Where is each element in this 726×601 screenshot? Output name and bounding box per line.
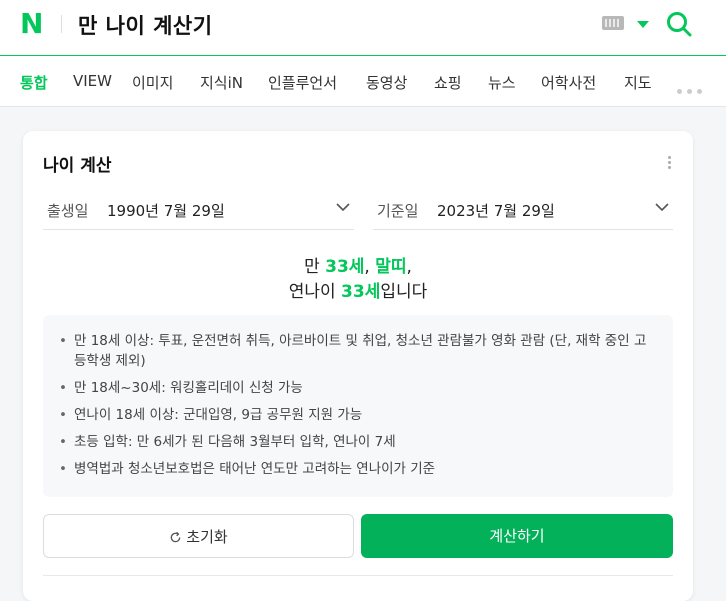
keyboard-icon[interactable] [602,16,624,30]
naver-logo[interactable]: N [20,10,46,38]
info-box: 만 18세 이상: 투표, 운전면허 취득, 아르바이트 및 취업, 청소년 관… [43,315,673,497]
tab-news[interactable]: 뉴스 [488,72,516,93]
result-separator: , [364,257,376,277]
kebab-menu-icon[interactable] [668,156,672,170]
tab-kin[interactable]: 지식iN [200,72,243,93]
birth-date-select[interactable]: 출생일 1990년 7월 29일 [43,187,354,230]
tab-map[interactable]: 지도 [624,72,652,93]
birth-date-label: 출생일 [47,202,89,220]
search-query[interactable]: 만 나이 계산기 [78,10,213,40]
tab-dictionary[interactable]: 어학사전 [541,72,596,93]
chevron-down-icon [655,203,669,212]
reset-label: 초기화 [186,528,228,546]
birth-date-value: 1990년 7월 29일 [107,202,225,220]
search-icon[interactable] [666,11,692,37]
info-list: 만 18세 이상: 투표, 운전면허 취득, 아르바이트 및 취업, 청소년 관… [43,315,673,479]
result-comma: , [406,257,412,277]
header-divider [61,15,62,33]
info-item: 연나이 18세 이상: 군대입영, 9급 공무원 지원 가능 [59,405,653,425]
base-date-select[interactable]: 기준일 2023년 7월 29일 [373,187,673,230]
tab-influencer[interactable]: 인플루언서 [268,72,337,93]
info-item: 만 18세 이상: 투표, 운전면허 취득, 아르바이트 및 취업, 청소년 관… [59,331,653,371]
tab-shopping[interactable]: 쇼핑 [434,72,462,93]
base-date-value: 2023년 7월 29일 [437,202,555,220]
chevron-down-icon[interactable] [637,21,649,28]
chevron-down-icon [336,203,350,212]
year-age-suffix: 입니다 [380,282,428,302]
zodiac-value: 말띠 [375,257,407,277]
tab-image[interactable]: 이미지 [132,72,173,93]
reset-button[interactable]: 초기화 [43,514,354,558]
card-title: 나이 계산 [43,156,112,176]
info-item: 병역법과 청소년보호법은 태어난 연도만 고려하는 연나이가 기준 [59,459,653,479]
tab-video[interactable]: 동영상 [366,72,407,93]
base-date-label: 기준일 [377,202,419,220]
search-tabs: 통합 VIEW 이미지 지식iN 인플루언서 동영상 쇼핑 뉴스 어학사전 지도 [0,56,726,107]
year-age-value: 33세 [341,282,381,302]
tab-view[interactable]: VIEW [73,72,112,90]
calculate-button[interactable]: 계산하기 [361,514,673,558]
more-icon[interactable] [677,79,707,94]
search-header: N 만 나이 계산기 [0,0,726,56]
age-calculator-card: 나이 계산 출생일 1990년 7월 29일 기준일 2023년 7월 29일 … [23,131,693,601]
info-item: 만 18세~30세: 워킹홀리데이 신청 가능 [59,378,653,398]
result-line-1: 만 33세, 말띠, [23,252,693,277]
result-line-2: 연나이 33세입니다 [23,277,693,302]
card-divider [43,575,673,576]
result-prefix: 만 [304,257,326,277]
info-item: 초등 입학: 만 6세가 된 다음해 3월부터 입학, 연나이 7세 [59,432,653,452]
year-age-prefix: 연나이 [288,282,342,302]
refresh-icon [171,531,181,543]
tab-integrated[interactable]: 통합 [20,72,48,93]
age-value: 33세 [325,257,365,277]
